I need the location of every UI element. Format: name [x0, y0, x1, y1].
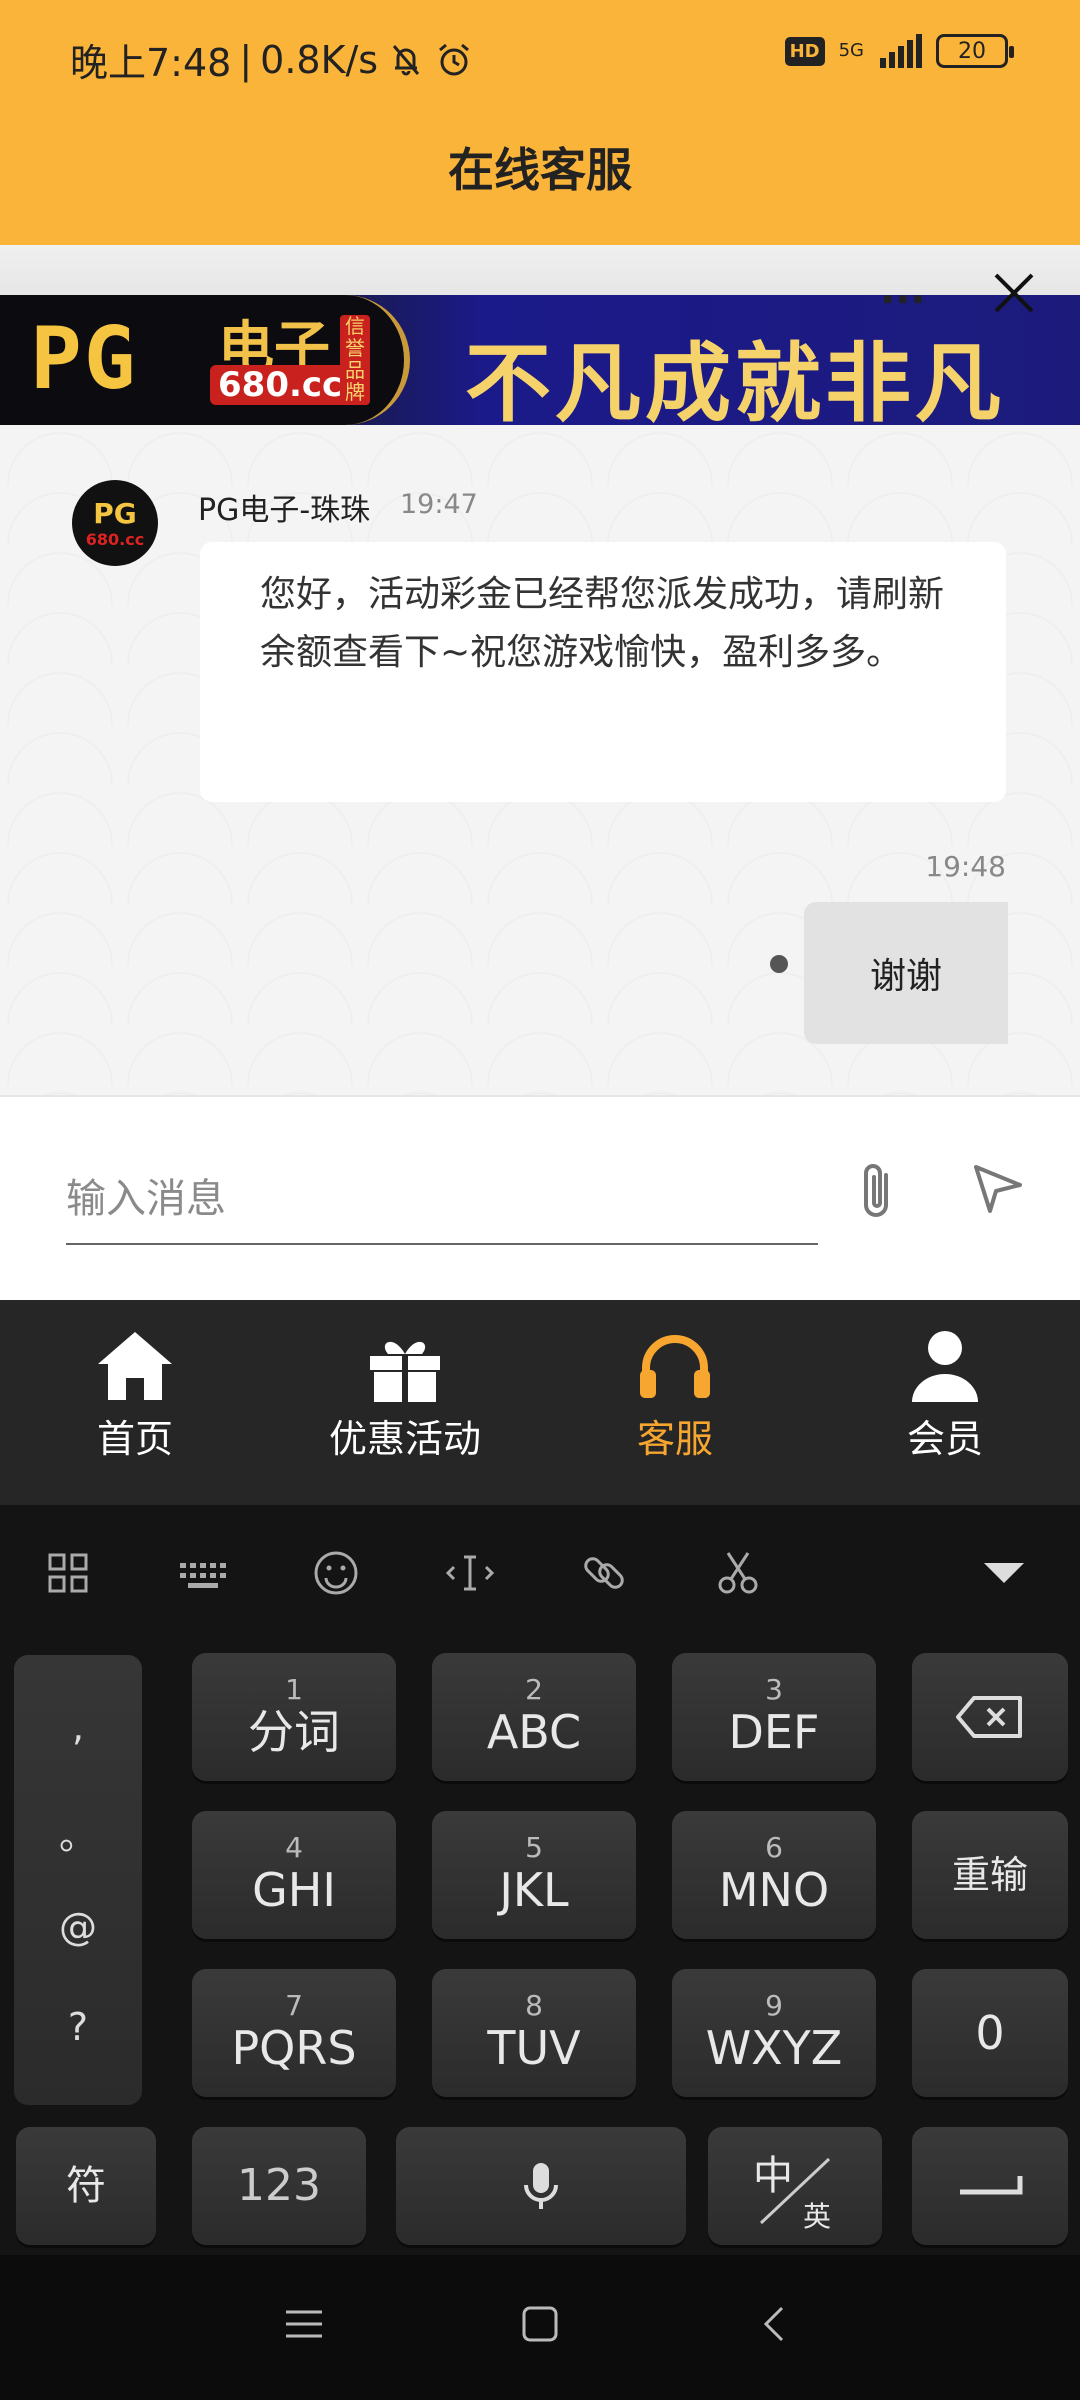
hd-badge: HD [784, 36, 825, 66]
status-dot [770, 955, 788, 973]
language-switch-key[interactable]: 中 英 [708, 2127, 882, 2245]
bottom-nav: 首页 优惠活动 客服 会员 [0, 1300, 1080, 1505]
grid-icon[interactable] [40, 1545, 96, 1601]
chat-area[interactable]: PG 电子 680.cc 信誉品牌 不凡成就非凡 ··· PG 680.cc P… [0, 245, 1080, 1095]
attachment-icon[interactable] [850, 1157, 906, 1227]
gift-icon [370, 1341, 440, 1402]
key-9[interactable]: 9 WXYZ [672, 1969, 876, 2097]
headset-icon [640, 1335, 710, 1398]
numeric-key[interactable]: 123 [192, 2127, 366, 2245]
status-time: 晚上7:48 [70, 41, 232, 85]
voice-key[interactable] [396, 2127, 686, 2245]
sender-name: PG电子-珠珠 [198, 493, 371, 528]
status-speed: 0.8K/s [260, 37, 379, 82]
network-label: 5G [838, 40, 864, 61]
back-icon[interactable] [752, 2300, 800, 2348]
collapse-keyboard-icon[interactable] [976, 1545, 1032, 1601]
key-8[interactable]: 8 TUV [432, 1969, 636, 2097]
nav-home[interactable]: 首页 [0, 1300, 270, 1505]
menu-icon[interactable] [280, 2300, 328, 2348]
nav-member[interactable]: 会员 [810, 1300, 1080, 1505]
link-icon[interactable] [576, 1545, 632, 1601]
enter-key[interactable] [912, 2127, 1068, 2245]
app-header: 晚上7:48 | 0.8K/s HD 5G 20 在线客服 [0, 0, 1080, 245]
home-icon [98, 1332, 172, 1400]
reinput-key[interactable]: 重输 [912, 1811, 1068, 1939]
composer [0, 1095, 1080, 1300]
keyboard-toolbar [0, 1505, 1080, 1635]
emoji-icon[interactable] [308, 1545, 364, 1601]
banner-logo: PG 电子 680.cc 信誉品牌 [0, 295, 410, 425]
key-0[interactable]: 0 [912, 1969, 1068, 2097]
symbols-key[interactable]: 符 [16, 2127, 156, 2245]
user-icon [912, 1331, 978, 1402]
alarm-icon [439, 43, 470, 75]
avatar: PG 680.cc [72, 480, 158, 566]
outgoing-message: 谢谢 [804, 902, 1008, 1044]
backspace-icon [956, 1696, 1022, 1738]
cursor-icon[interactable] [442, 1545, 498, 1601]
status-bar-left: 晚上7:48 | 0.8K/s [70, 32, 474, 87]
incoming-message: 您好，活动彩金已经帮您派发成功，请刷新余额查看下~祝您游戏愉快，盈利多多。 [200, 542, 1006, 802]
punctuation-column[interactable]: , 。 @ ? [14, 1655, 142, 2105]
key-4[interactable]: 4 GHI [192, 1811, 396, 1939]
close-icon[interactable] [990, 269, 1038, 317]
message-time: 19:47 [400, 489, 478, 520]
battery-icon: 20 [936, 34, 1014, 68]
page-title: 在线客服 [448, 143, 632, 197]
key-5[interactable]: 5 JKL [432, 1811, 636, 1939]
outgoing-time: 19:48 [925, 850, 1006, 883]
key-2[interactable]: 2 ABC [432, 1653, 636, 1781]
key-6[interactable]: 6 MNO [672, 1811, 876, 1939]
key-3[interactable]: 3 DEF [672, 1653, 876, 1781]
system-nav-bar [0, 2255, 1080, 2400]
signal-icon [880, 34, 922, 68]
enter-icon [960, 2176, 1023, 2195]
key-7[interactable]: 7 PQRS [192, 1969, 396, 2097]
home-button-icon[interactable] [516, 2300, 564, 2348]
banner-more-button[interactable]: ··· [880, 277, 926, 323]
nav-promotions[interactable]: 优惠活动 [270, 1300, 540, 1505]
scissors-icon[interactable] [710, 1545, 766, 1601]
keyboard-icon[interactable] [174, 1545, 230, 1601]
message-input[interactable] [66, 1155, 818, 1245]
mute-bell-icon [392, 44, 420, 75]
key-1[interactable]: 1 分词 [192, 1653, 396, 1781]
backspace-key[interactable] [912, 1653, 1068, 1781]
nav-support[interactable]: 客服 [540, 1300, 810, 1505]
banner-slogan: 不凡成就非凡 [465, 333, 1005, 425]
microphone-icon [524, 2163, 558, 2209]
status-bar-right: HD 5G 20 [784, 34, 1014, 68]
send-icon[interactable] [970, 1159, 1026, 1215]
